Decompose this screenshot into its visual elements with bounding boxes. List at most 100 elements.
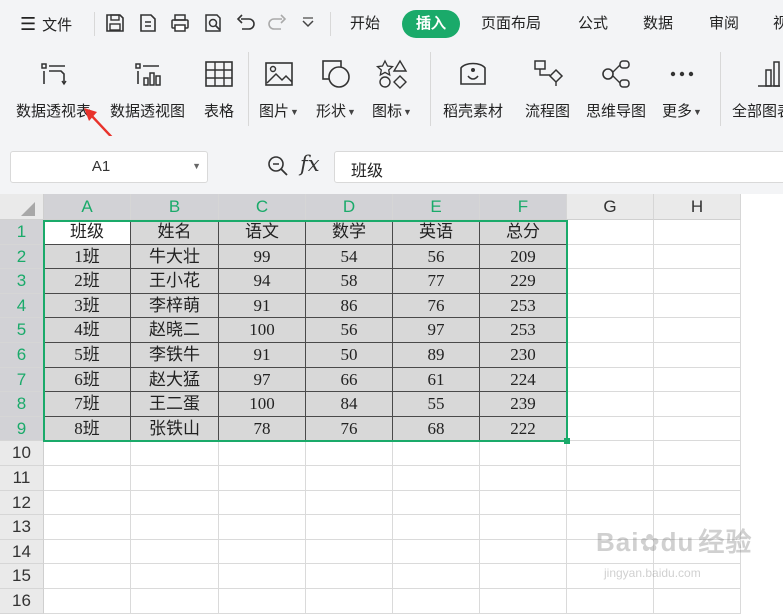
row-header-14[interactable]: 14 [0,539,44,565]
picture-button[interactable]: 图片▼ [259,54,299,130]
cell-e7[interactable]: 61 [393,367,480,393]
row-header-11[interactable]: 11 [0,466,44,491]
all-charts-button[interactable]: 全部图表 [732,54,783,130]
cell-c16[interactable] [219,589,306,614]
cell-d2[interactable]: 54 [306,244,393,270]
row-header-4[interactable]: 4 [0,293,44,319]
cell-c11[interactable] [219,466,306,491]
cell-b1[interactable]: 姓名 [131,220,219,245]
cell-f3[interactable]: 229 [480,269,567,294]
cell-b12[interactable] [131,490,219,516]
cell-a11[interactable] [44,466,131,491]
fx-button[interactable]: fx [300,152,320,176]
cell-g11[interactable] [567,466,654,491]
cell-f8[interactable]: 239 [480,392,567,417]
cell-f1[interactable]: 总分 [480,220,567,245]
icon-button[interactable]: 图标▼ [372,54,412,130]
cell-e8[interactable]: 55 [393,392,480,417]
cell-c5[interactable]: 100 [219,318,306,343]
file-menu-button[interactable]: ☰ 文件 [20,12,72,36]
cell-d9[interactable]: 76 [306,416,393,442]
cell-g7[interactable] [567,367,654,393]
cell-d11[interactable] [306,466,393,491]
cell-a3[interactable]: 2班 [44,269,131,294]
cell-a4[interactable]: 3班 [44,293,131,319]
tab-view[interactable]: 视 [771,10,783,38]
cell-d8[interactable]: 84 [306,392,393,417]
cell-g9[interactable] [567,416,654,442]
cell-g12[interactable] [567,490,654,516]
cell-f5[interactable]: 253 [480,318,567,343]
cell-d12[interactable] [306,490,393,516]
cell-d7[interactable]: 66 [306,367,393,393]
row-header-5[interactable]: 5 [0,318,44,343]
cell-d6[interactable]: 50 [306,343,393,368]
cell-f4[interactable]: 253 [480,293,567,319]
row-header-13[interactable]: 13 [0,515,44,540]
cell-e6[interactable]: 89 [393,343,480,368]
cell-g1[interactable] [567,220,654,245]
column-header-e[interactable]: E [393,194,480,220]
cell-f2[interactable]: 209 [480,244,567,270]
cell-c7[interactable]: 97 [219,367,306,393]
tab-data[interactable]: 数据 [641,10,675,38]
column-header-b[interactable]: B [131,194,219,220]
cell-h2[interactable] [654,244,741,270]
cell-h4[interactable] [654,293,741,319]
cell-a2[interactable]: 1班 [44,244,131,270]
daoke-material-button[interactable]: 稻壳素材 [443,54,503,130]
cell-b6[interactable]: 李铁牛 [131,343,219,368]
export-pdf-icon[interactable] [137,12,159,34]
cell-d4[interactable]: 86 [306,293,393,319]
cell-b14[interactable] [131,539,219,565]
cell-b3[interactable]: 王小花 [131,269,219,294]
cell-d15[interactable] [306,564,393,589]
cell-d16[interactable] [306,589,393,614]
cell-h6[interactable] [654,343,741,368]
flowchart-button[interactable]: 流程图 [525,54,570,130]
cell-c14[interactable] [219,539,306,565]
cell-c4[interactable]: 91 [219,293,306,319]
row-header-6[interactable]: 6 [0,343,44,368]
cell-f11[interactable] [480,466,567,491]
cell-b13[interactable] [131,515,219,540]
cell-g10[interactable] [567,441,654,466]
row-header-1[interactable]: 1 [0,220,44,245]
column-header-g[interactable]: G [567,194,654,220]
cell-c9[interactable]: 78 [219,416,306,442]
cell-h8[interactable] [654,392,741,417]
cell-g3[interactable] [567,269,654,294]
quick-access-dropdown-icon[interactable] [300,12,316,34]
cell-f12[interactable] [480,490,567,516]
cell-e4[interactable]: 76 [393,293,480,319]
cell-f14[interactable] [480,539,567,565]
cell-e9[interactable]: 68 [393,416,480,442]
cell-f7[interactable]: 224 [480,367,567,393]
cell-h1[interactable] [654,220,741,245]
print-icon[interactable] [169,12,191,34]
shape-button[interactable]: 形状▼ [316,54,356,130]
cell-f16[interactable] [480,589,567,614]
cell-a16[interactable] [44,589,131,614]
fill-handle[interactable] [564,438,570,444]
cell-e16[interactable] [393,589,480,614]
cell-d10[interactable] [306,441,393,466]
cell-b10[interactable] [131,441,219,466]
cell-a5[interactable]: 4班 [44,318,131,343]
cell-d5[interactable]: 56 [306,318,393,343]
row-header-16[interactable]: 16 [0,589,44,614]
cell-b11[interactable] [131,466,219,491]
table-button[interactable]: 表格 [201,54,237,130]
row-header-15[interactable]: 15 [0,564,44,589]
cell-c10[interactable] [219,441,306,466]
cell-e1[interactable]: 英语 [393,220,480,245]
save-icon[interactable] [104,12,126,34]
select-all-corner[interactable] [0,194,44,220]
cell-c8[interactable]: 100 [219,392,306,417]
tab-review[interactable]: 审阅 [707,10,741,38]
row-header-7[interactable]: 7 [0,367,44,393]
zoom-search-icon[interactable] [266,154,290,178]
cell-a15[interactable] [44,564,131,589]
cell-b5[interactable]: 赵晓二 [131,318,219,343]
row-header-9[interactable]: 9 [0,416,44,442]
